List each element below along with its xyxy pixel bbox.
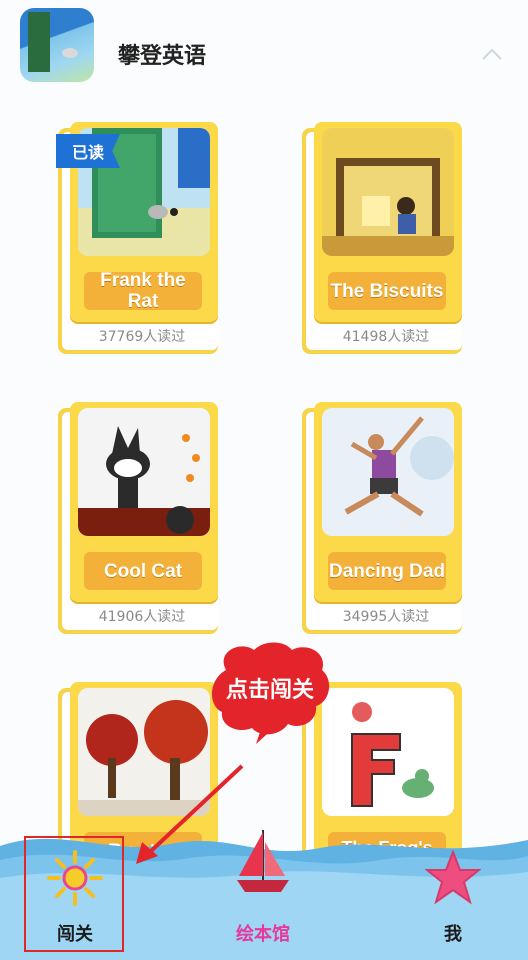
app-logo xyxy=(20,8,94,82)
app-title: 攀登英语 xyxy=(118,44,207,69)
book-title: Frank the Rat xyxy=(84,270,202,312)
book-readers: 41906人读过 xyxy=(98,609,186,625)
chevron-up-icon[interactable] xyxy=(480,46,504,62)
book-cover xyxy=(78,688,210,816)
book-cover xyxy=(322,408,454,536)
book-cover xyxy=(78,408,210,536)
book-card[interactable]: Dancing Dad 34995人读过 xyxy=(302,402,464,634)
nav-item-me[interactable]: 我 xyxy=(398,848,508,952)
book-readers: 37769人读过 xyxy=(98,329,186,345)
book-card[interactable]: The Biscuits 41498人读过 xyxy=(302,122,464,354)
header: 攀登英语 xyxy=(0,0,528,100)
book-card[interactable]: 已读 Frank the Rat 37769人读过 xyxy=(56,122,220,354)
book-readers: 41498人读过 xyxy=(342,329,430,345)
nav-label: 绘本馆 xyxy=(236,924,290,945)
book-cover xyxy=(322,128,454,256)
book-readers: 34995人读过 xyxy=(342,609,430,625)
highlight-box xyxy=(24,836,124,952)
book-title: Dancing Dad xyxy=(328,552,446,590)
book-title: The Biscuits xyxy=(328,272,446,310)
annotation-text: 点击闯关 xyxy=(225,678,314,703)
star-icon xyxy=(425,850,481,905)
nav-item-picture-books[interactable]: 绘本馆 xyxy=(208,830,318,952)
nav-label: 我 xyxy=(444,924,462,945)
book-title: Cool Cat xyxy=(84,552,202,590)
sailboat-icon xyxy=(237,830,289,892)
book-cover xyxy=(322,688,454,816)
book-card[interactable]: Cool Cat 41906人读过 xyxy=(58,402,220,634)
read-badge: 已读 xyxy=(56,134,120,168)
